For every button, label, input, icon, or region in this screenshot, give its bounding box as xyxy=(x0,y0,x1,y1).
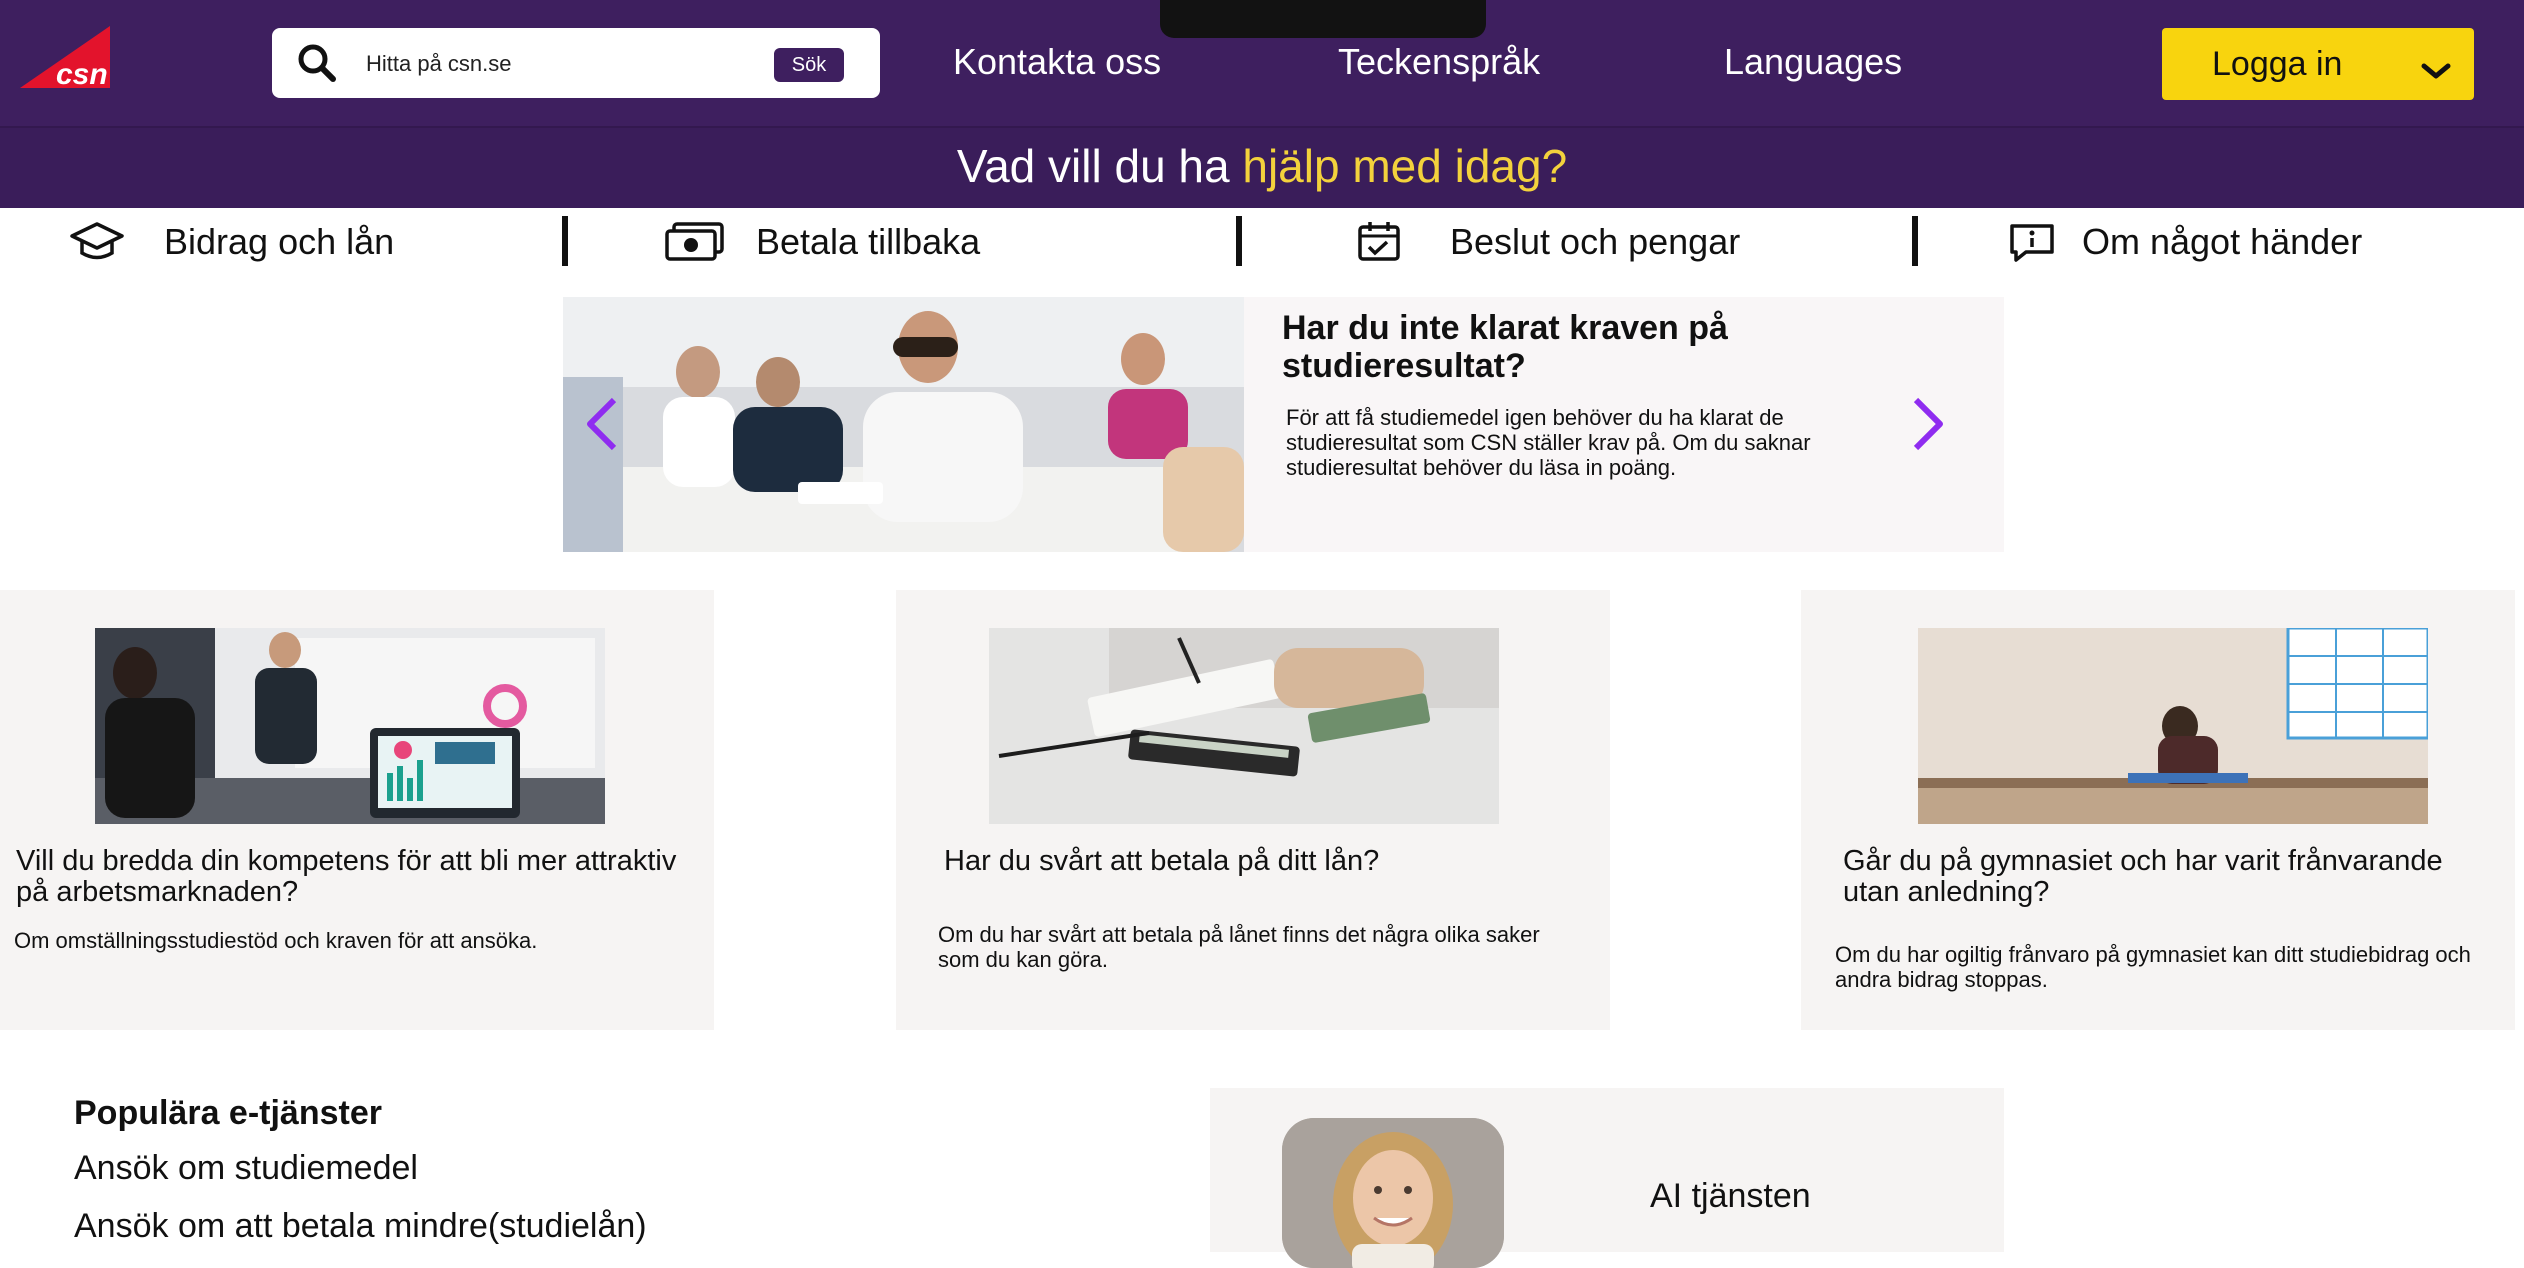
category-label: Bidrag och lån xyxy=(164,221,395,262)
search-input[interactable] xyxy=(364,38,728,90)
ai-service-card[interactable]: AI tjänsten xyxy=(1210,1088,2004,1268)
page-headline: Vad vill du ha hjälp med idag? xyxy=(0,126,2524,206)
category-om-nagot-hander[interactable]: Om något händer xyxy=(2006,210,2486,274)
card-text: Om du har ogiltig frånvaro på gymnasiet … xyxy=(1835,942,2471,992)
popular-link-studiemedel[interactable]: Ansök om studiemedel xyxy=(74,1148,418,1188)
card-kompetens[interactable]: Vill du bredda din kompetens för att bli… xyxy=(0,590,714,1030)
divider xyxy=(1236,216,1242,266)
headline-highlight: hjälp med idag? xyxy=(1242,140,1568,192)
card-title: Vill du bredda din kompetens för att bli… xyxy=(16,845,677,908)
nav-link-sign-language[interactable]: Teckenspråk xyxy=(1338,40,1540,84)
hero-image xyxy=(563,297,1244,552)
card-text: Om omställningsstudiestöd och kraven för… xyxy=(14,928,538,953)
hero-title: Har du inte klarat kraven på studieresul… xyxy=(1282,309,1728,385)
hero-text-card[interactable]: Har du inte klarat kraven på studieresul… xyxy=(1244,297,2004,552)
search-box: Sök xyxy=(272,28,880,98)
card-image-classroom xyxy=(1918,628,2428,824)
category-label: Beslut och pengar xyxy=(1450,221,1741,262)
card-image-meeting xyxy=(95,628,605,824)
ai-service-label: AI tjänsten xyxy=(1650,1177,1811,1215)
carousel-next-icon[interactable] xyxy=(1910,396,1946,452)
category-betala-tillbaka[interactable]: Betala tillbaka xyxy=(664,210,1084,274)
card-betala-lan[interactable]: Har du svårt att betala på ditt lån? Om … xyxy=(896,590,1610,1030)
calendar-check-icon xyxy=(1358,222,1400,261)
headline-prefix: Vad vill du ha xyxy=(956,140,1243,192)
chevron-down-icon xyxy=(2421,63,2451,79)
nav-link-languages[interactable]: Languages xyxy=(1724,40,1902,84)
hero-text: För att få studiemedel igen behöver du h… xyxy=(1286,405,1811,480)
card-text: Om du har svårt att betala på lånet finn… xyxy=(938,922,1540,972)
popular-services-title: Populära e-tjänster xyxy=(74,1094,382,1132)
search-icon[interactable] xyxy=(296,42,338,84)
nav-link-contact[interactable]: Kontakta oss xyxy=(953,40,1161,84)
category-label: Om något händer xyxy=(2082,221,2363,262)
popular-link-betala-mindre[interactable]: Ansök om att betala mindre(studielån) xyxy=(74,1206,647,1246)
login-button[interactable]: Logga in xyxy=(2162,28,2474,100)
login-label: Logga in xyxy=(2212,45,2343,83)
graduation-cap-icon xyxy=(70,222,124,260)
ai-avatar xyxy=(1282,1118,1504,1268)
info-message-icon xyxy=(2010,224,2054,262)
category-label: Betala tillbaka xyxy=(756,221,981,262)
card-title: Har du svårt att betala på ditt lån? xyxy=(944,845,1380,877)
card-image-calculator xyxy=(989,628,1499,824)
card-title: Går du på gymnasiet och har varit frånva… xyxy=(1843,845,2443,908)
category-beslut-och-pengar[interactable]: Beslut och pengar xyxy=(1356,210,1836,274)
logo-text: csn xyxy=(56,58,108,91)
divider xyxy=(1912,216,1918,266)
divider xyxy=(562,216,568,266)
csn-logo[interactable]: csn xyxy=(16,22,112,92)
category-bidrag-och-lan[interactable]: Bidrag och lån xyxy=(68,210,488,274)
money-bill-icon xyxy=(665,222,724,261)
search-button[interactable]: Sök xyxy=(774,48,844,82)
card-gymnasiet[interactable]: Går du på gymnasiet och har varit frånva… xyxy=(1801,590,2515,1030)
carousel-previous-icon[interactable] xyxy=(584,396,620,452)
camera-notch xyxy=(1160,0,1486,38)
